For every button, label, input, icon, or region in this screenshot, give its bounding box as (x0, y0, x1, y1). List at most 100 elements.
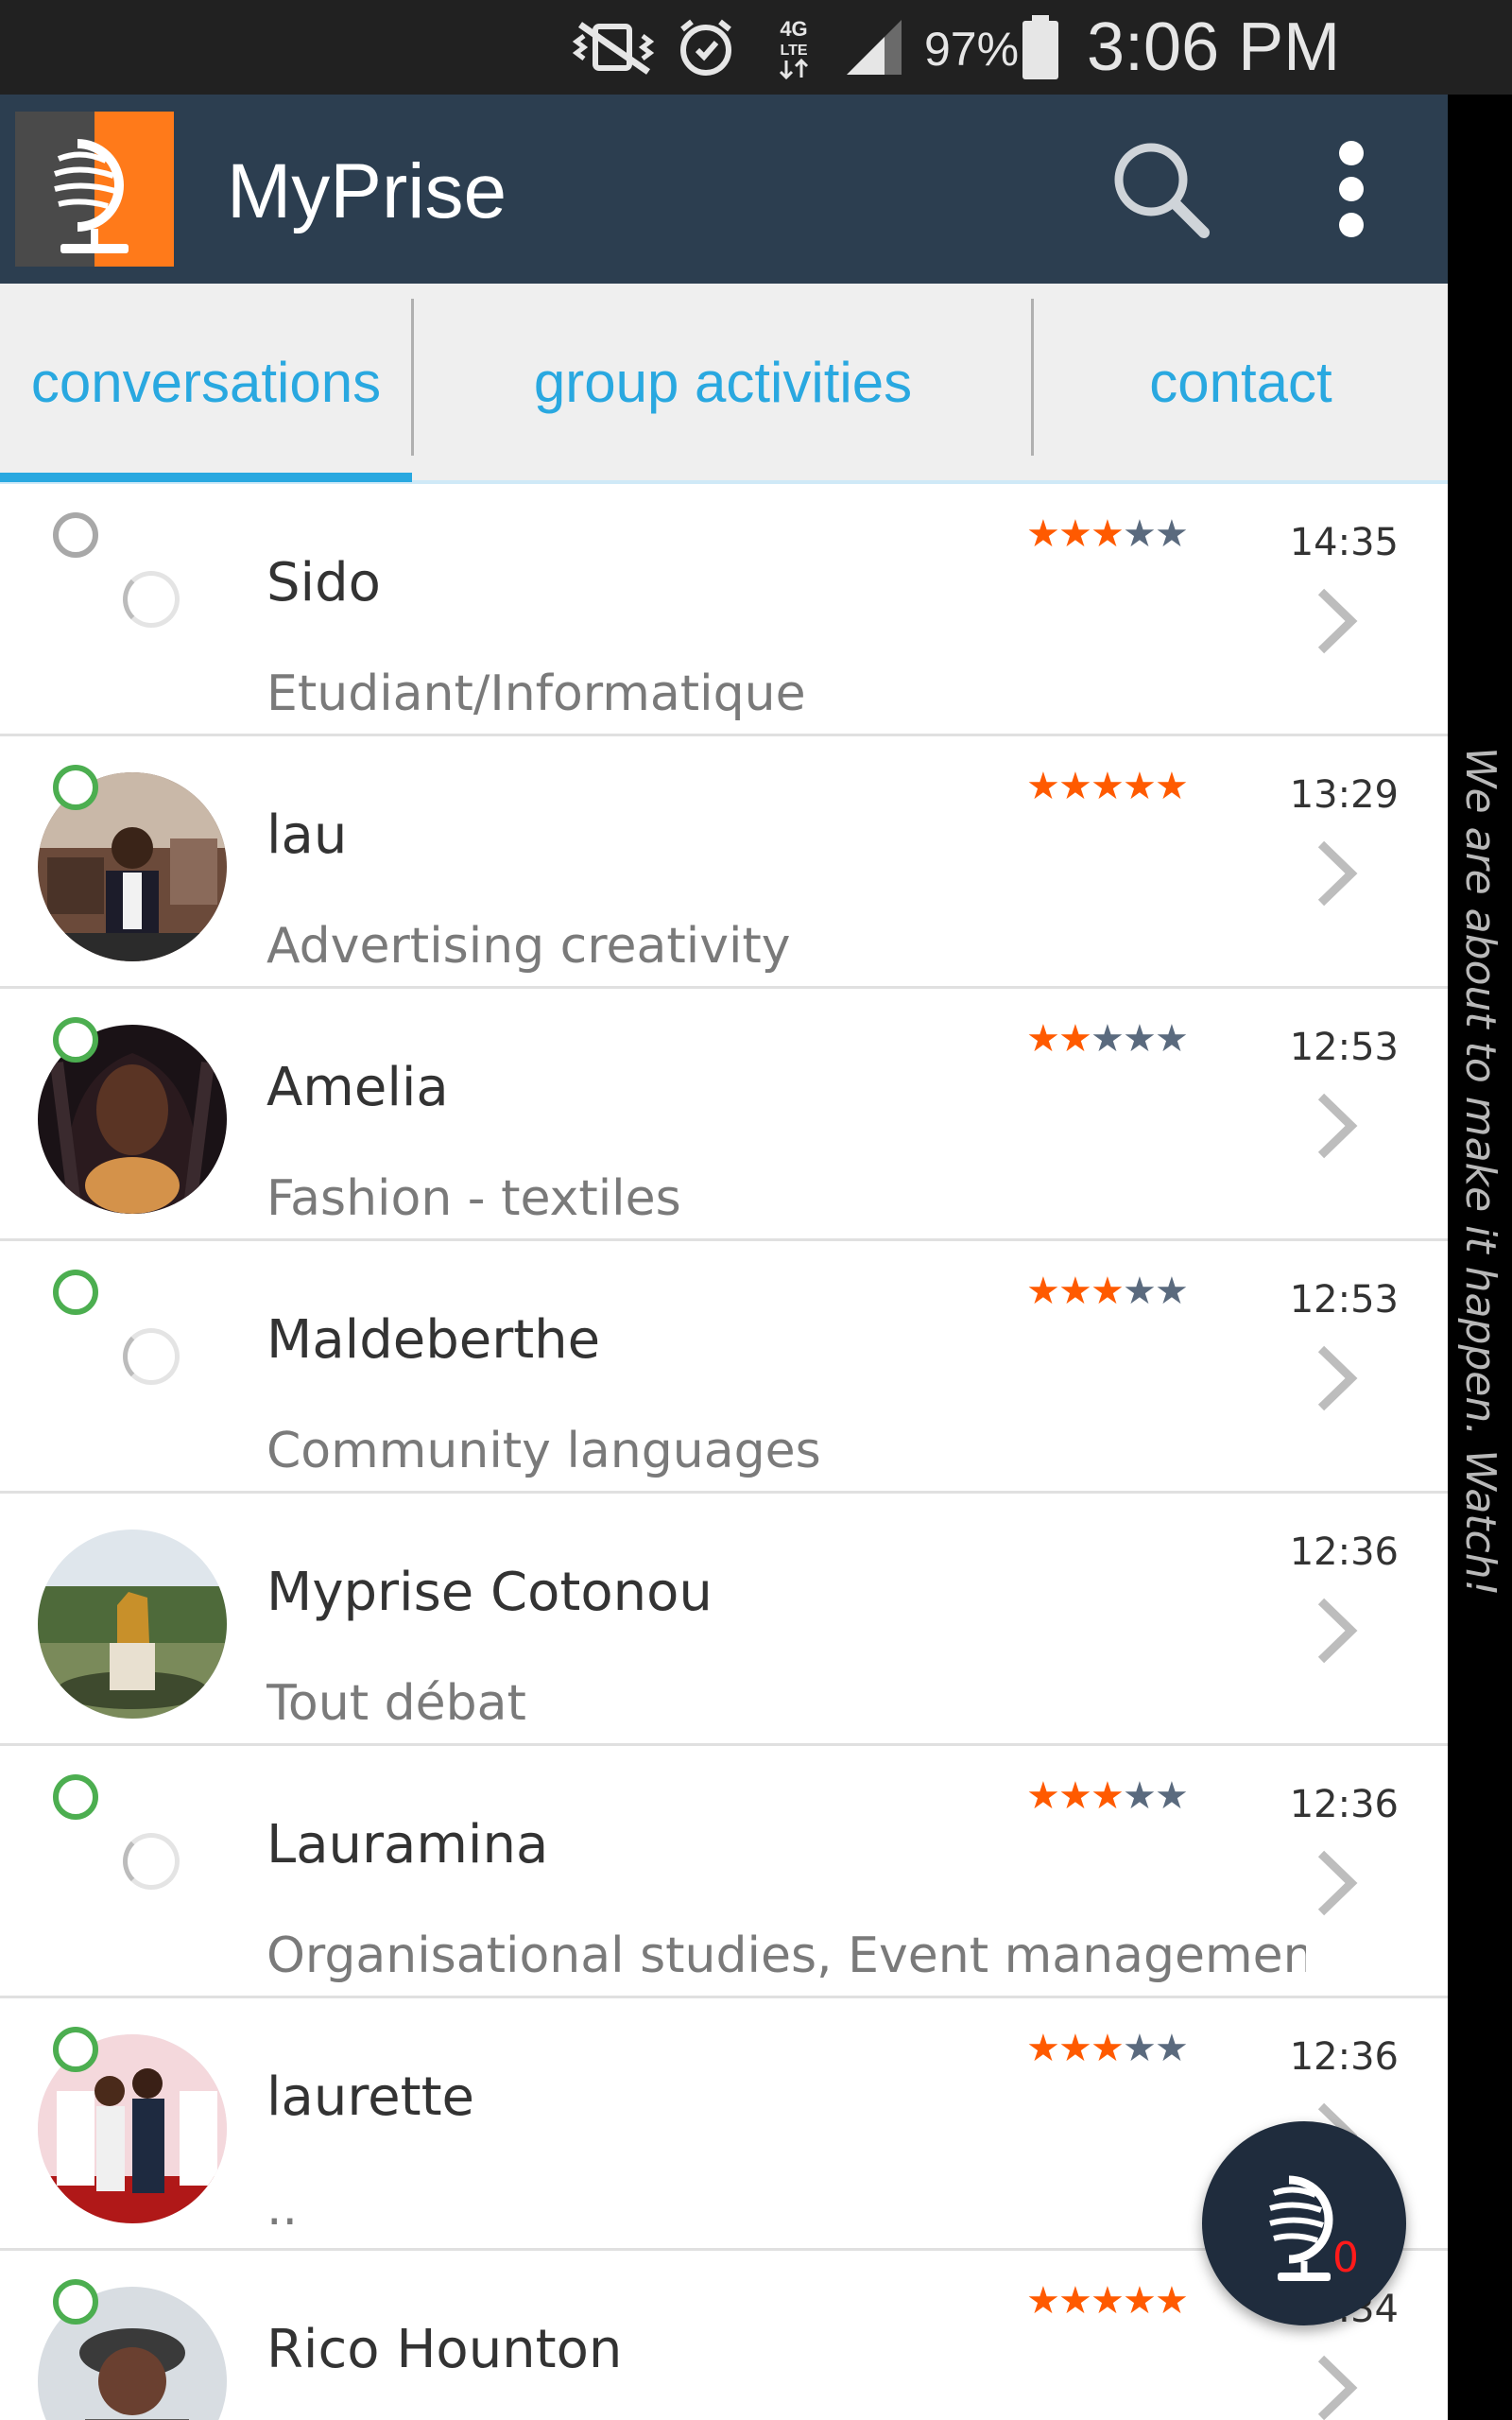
star-icon: ★ (1058, 766, 1092, 807)
contact-subtitle: Tout débat (266, 1675, 526, 1732)
star-icon: ★ (1155, 1775, 1189, 1817)
star-icon: ★ (1123, 513, 1157, 555)
star-icon: ★ (1026, 766, 1060, 807)
side-banner-text: We are about to make it happen. Watch! (1456, 747, 1504, 1597)
star-icon: ★ (1155, 1018, 1189, 1060)
star-icon: ★ (1155, 766, 1189, 807)
loading-spinner-icon (123, 1328, 180, 1385)
contact-subtitle: Fashion - textiles (266, 1170, 681, 1227)
rating-stars: ★ ★ ★ ★ ★ (1026, 513, 1189, 558)
rating-stars: ★ ★ ★ ★ ★ (1026, 2280, 1189, 2325)
list-item[interactable]: Maldeberthe Community languages ★ ★ ★ ★ ★ 12… (0, 1241, 1448, 1494)
star-icon: ★ (1091, 1775, 1125, 1817)
status-time: 3:06 PM (1087, 9, 1341, 85)
chevron-right-icon[interactable] (1304, 2345, 1370, 2420)
star-icon: ★ (1058, 1018, 1092, 1060)
contact-subtitle: .. (266, 2180, 299, 2237)
message-time: 12:36 (1289, 2035, 1399, 2079)
message-time: 12:53 (1289, 1278, 1399, 1322)
alarm-icon (673, 13, 739, 81)
status-bar: 4G LTE 97% 3:06 PM (0, 0, 1512, 95)
star-icon: ★ (1091, 2028, 1125, 2069)
app-bar: MyPrise (0, 95, 1448, 284)
selected-tab-indicator (0, 473, 412, 482)
chevron-right-icon[interactable] (1304, 579, 1370, 664)
search-icon[interactable] (1104, 132, 1217, 246)
chevron-right-icon[interactable] (1304, 1588, 1370, 1673)
app-title: MyPrise (227, 148, 507, 234)
presence-indicator (53, 765, 98, 810)
contact-subtitle: Community languages (266, 1423, 821, 1479)
star-icon: ★ (1155, 2280, 1189, 2322)
rating-stars: ★ ★ ★ ★ ★ (1026, 1018, 1189, 1063)
star-icon: ★ (1123, 1270, 1157, 1312)
list-item[interactable]: Amelia Fashion - textiles ★ ★ ★ ★ ★ 12:53 (0, 989, 1448, 1241)
star-icon: ★ (1155, 1270, 1189, 1312)
star-icon: ★ (1091, 513, 1125, 555)
star-icon: ★ (1058, 1775, 1092, 1817)
list-item[interactable]: Lauramina Organisational studies, Event … (0, 1746, 1448, 1998)
overflow-menu-icon[interactable] (1314, 132, 1389, 246)
chevron-right-icon[interactable] (1304, 1083, 1370, 1168)
rating-stars: ★ ★ ★ ★ ★ (1026, 1270, 1189, 1315)
loading-spinner-icon (123, 1833, 180, 1890)
avatar[interactable] (38, 1530, 227, 1719)
myprise-logo-icon (1269, 2175, 1333, 2281)
4g-lte-icon: 4G LTE (765, 13, 822, 81)
star-icon: ★ (1091, 1018, 1125, 1060)
presence-indicator (53, 2027, 98, 2072)
signal-icon (841, 13, 907, 81)
svg-text:4G: 4G (780, 17, 807, 41)
tab-conversations[interactable]: conversations (0, 284, 412, 480)
star-icon: ★ (1058, 513, 1092, 555)
contact-name: Maldeberthe (266, 1309, 601, 1371)
contact-subtitle: Advertising creativity (266, 918, 791, 975)
myprise-logo-icon[interactable] (15, 112, 174, 267)
star-icon: ★ (1091, 2280, 1125, 2322)
star-icon: ★ (1123, 1018, 1157, 1060)
tab-bar: conversations group activities contact (0, 284, 1448, 484)
star-icon: ★ (1123, 766, 1157, 807)
contact-subtitle: Organisational studies, Event managemen.… (266, 1927, 1306, 1984)
star-icon: ★ (1026, 1018, 1060, 1060)
star-icon: ★ (1026, 513, 1060, 555)
svg-text:LTE: LTE (780, 43, 807, 59)
contact-name: Sido (266, 552, 381, 614)
rating-stars: ★ ★ ★ ★ ★ (1026, 1775, 1189, 1820)
battery-icon (1017, 13, 1064, 81)
unread-count-badge: 0 (1332, 2234, 1359, 2282)
star-icon: ★ (1091, 1270, 1125, 1312)
vibrate-mute-icon (567, 13, 662, 81)
contact-name: Amelia (266, 1057, 449, 1118)
presence-indicator (53, 2279, 98, 2325)
star-icon: ★ (1058, 1270, 1092, 1312)
contact-name: Lauramina (266, 1814, 549, 1876)
star-icon: ★ (1155, 2028, 1189, 2069)
list-item[interactable]: Myprise Cotonou Tout débat 12:36 (0, 1494, 1448, 1746)
presence-indicator (53, 512, 98, 558)
list-item[interactable]: Sido Etudiant/Informatique ★ ★ ★ ★ ★ 14:35 (0, 484, 1448, 736)
presence-indicator (53, 1774, 98, 1820)
loading-spinner-icon (123, 571, 180, 628)
star-icon: ★ (1123, 2028, 1157, 2069)
rating-stars: ★ ★ ★ ★ ★ (1026, 2028, 1189, 2072)
star-icon: ★ (1058, 2028, 1092, 2069)
chat-fab-button[interactable]: 0 (1202, 2121, 1406, 2325)
chevron-right-icon[interactable] (1304, 831, 1370, 916)
tab-group-activities[interactable]: group activities (414, 284, 1032, 480)
chevron-right-icon[interactable] (1304, 1841, 1370, 1926)
contact-name: lau (266, 804, 348, 866)
contact-name: Myprise Cotonou (266, 1562, 713, 1623)
message-time: 12:36 (1289, 1530, 1399, 1574)
star-icon: ★ (1123, 1775, 1157, 1817)
message-time: 14:35 (1289, 521, 1399, 564)
star-icon: ★ (1026, 1270, 1060, 1312)
message-time: 13:29 (1289, 773, 1399, 817)
contact-name: laurette (266, 2066, 474, 2128)
tab-contact[interactable]: contact (1034, 284, 1448, 480)
presence-indicator (53, 1270, 98, 1315)
list-item[interactable]: lau Advertising creativity ★ ★ ★ ★ ★ 13:29 (0, 736, 1448, 989)
chevron-right-icon[interactable] (1304, 1336, 1370, 1421)
star-icon: ★ (1026, 1775, 1060, 1817)
star-icon: ★ (1123, 2280, 1157, 2322)
